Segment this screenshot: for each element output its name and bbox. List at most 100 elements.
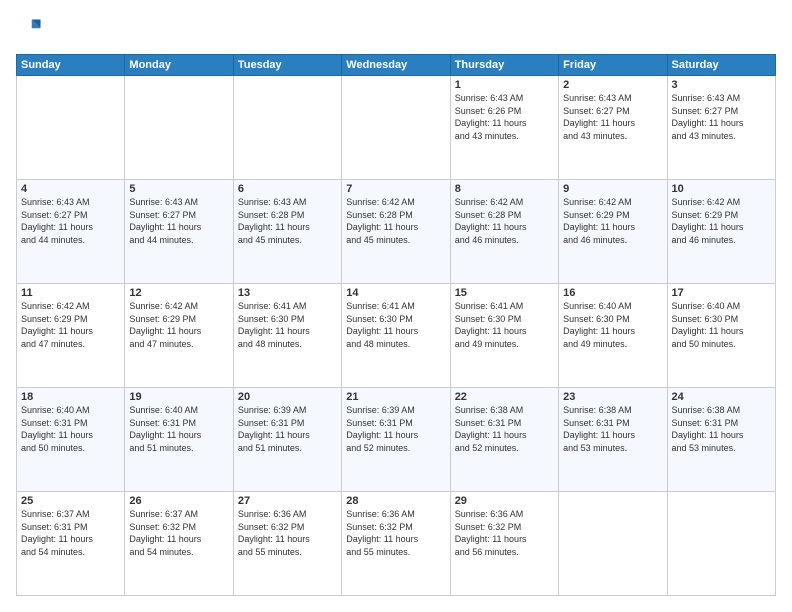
header <box>16 16 776 44</box>
day-info: Sunrise: 6:41 AM Sunset: 6:30 PM Dayligh… <box>238 300 337 350</box>
calendar-header-row: SundayMondayTuesdayWednesdayThursdayFrid… <box>17 55 776 76</box>
calendar-cell: 27Sunrise: 6:36 AM Sunset: 6:32 PM Dayli… <box>233 492 341 596</box>
calendar-cell: 20Sunrise: 6:39 AM Sunset: 6:31 PM Dayli… <box>233 388 341 492</box>
calendar-cell: 6Sunrise: 6:43 AM Sunset: 6:28 PM Daylig… <box>233 180 341 284</box>
day-number: 18 <box>21 391 120 403</box>
calendar-cell: 26Sunrise: 6:37 AM Sunset: 6:32 PM Dayli… <box>125 492 233 596</box>
calendar-cell: 22Sunrise: 6:38 AM Sunset: 6:31 PM Dayli… <box>450 388 558 492</box>
calendar-cell: 10Sunrise: 6:42 AM Sunset: 6:29 PM Dayli… <box>667 180 775 284</box>
page: SundayMondayTuesdayWednesdayThursdayFrid… <box>0 0 792 612</box>
day-info: Sunrise: 6:36 AM Sunset: 6:32 PM Dayligh… <box>455 508 554 558</box>
calendar-cell: 5Sunrise: 6:43 AM Sunset: 6:27 PM Daylig… <box>125 180 233 284</box>
calendar-table: SundayMondayTuesdayWednesdayThursdayFrid… <box>16 54 776 596</box>
day-info: Sunrise: 6:43 AM Sunset: 6:28 PM Dayligh… <box>238 196 337 246</box>
day-number: 20 <box>238 391 337 403</box>
calendar-header-sunday: Sunday <box>17 55 125 76</box>
calendar-cell <box>559 492 667 596</box>
day-number: 17 <box>672 287 771 299</box>
day-number: 6 <box>238 183 337 195</box>
day-info: Sunrise: 6:36 AM Sunset: 6:32 PM Dayligh… <box>238 508 337 558</box>
day-number: 24 <box>672 391 771 403</box>
calendar-week-row: 18Sunrise: 6:40 AM Sunset: 6:31 PM Dayli… <box>17 388 776 492</box>
day-number: 3 <box>672 79 771 91</box>
day-info: Sunrise: 6:40 AM Sunset: 6:31 PM Dayligh… <box>129 404 228 454</box>
day-number: 11 <box>21 287 120 299</box>
day-info: Sunrise: 6:38 AM Sunset: 6:31 PM Dayligh… <box>455 404 554 454</box>
calendar-header-friday: Friday <box>559 55 667 76</box>
calendar-cell <box>17 76 125 180</box>
calendar-cell: 16Sunrise: 6:40 AM Sunset: 6:30 PM Dayli… <box>559 284 667 388</box>
day-info: Sunrise: 6:41 AM Sunset: 6:30 PM Dayligh… <box>455 300 554 350</box>
calendar-cell: 1Sunrise: 6:43 AM Sunset: 6:26 PM Daylig… <box>450 76 558 180</box>
day-info: Sunrise: 6:37 AM Sunset: 6:31 PM Dayligh… <box>21 508 120 558</box>
calendar-cell: 4Sunrise: 6:43 AM Sunset: 6:27 PM Daylig… <box>17 180 125 284</box>
day-number: 8 <box>455 183 554 195</box>
day-number: 9 <box>563 183 662 195</box>
day-number: 21 <box>346 391 445 403</box>
day-info: Sunrise: 6:39 AM Sunset: 6:31 PM Dayligh… <box>346 404 445 454</box>
day-number: 4 <box>21 183 120 195</box>
calendar-cell: 12Sunrise: 6:42 AM Sunset: 6:29 PM Dayli… <box>125 284 233 388</box>
calendar-header-tuesday: Tuesday <box>233 55 341 76</box>
logo <box>16 16 48 44</box>
calendar-cell: 21Sunrise: 6:39 AM Sunset: 6:31 PM Dayli… <box>342 388 450 492</box>
day-info: Sunrise: 6:43 AM Sunset: 6:27 PM Dayligh… <box>563 92 662 142</box>
calendar-cell: 15Sunrise: 6:41 AM Sunset: 6:30 PM Dayli… <box>450 284 558 388</box>
day-info: Sunrise: 6:36 AM Sunset: 6:32 PM Dayligh… <box>346 508 445 558</box>
day-info: Sunrise: 6:42 AM Sunset: 6:29 PM Dayligh… <box>21 300 120 350</box>
day-number: 10 <box>672 183 771 195</box>
calendar-cell: 18Sunrise: 6:40 AM Sunset: 6:31 PM Dayli… <box>17 388 125 492</box>
calendar-cell: 2Sunrise: 6:43 AM Sunset: 6:27 PM Daylig… <box>559 76 667 180</box>
calendar-week-row: 25Sunrise: 6:37 AM Sunset: 6:31 PM Dayli… <box>17 492 776 596</box>
calendar-cell: 14Sunrise: 6:41 AM Sunset: 6:30 PM Dayli… <box>342 284 450 388</box>
day-number: 12 <box>129 287 228 299</box>
day-info: Sunrise: 6:43 AM Sunset: 6:26 PM Dayligh… <box>455 92 554 142</box>
calendar-cell: 19Sunrise: 6:40 AM Sunset: 6:31 PM Dayli… <box>125 388 233 492</box>
day-number: 23 <box>563 391 662 403</box>
day-number: 28 <box>346 495 445 507</box>
calendar-header-monday: Monday <box>125 55 233 76</box>
day-number: 2 <box>563 79 662 91</box>
calendar-cell: 17Sunrise: 6:40 AM Sunset: 6:30 PM Dayli… <box>667 284 775 388</box>
calendar-week-row: 4Sunrise: 6:43 AM Sunset: 6:27 PM Daylig… <box>17 180 776 284</box>
logo-icon <box>16 16 44 44</box>
calendar-cell: 29Sunrise: 6:36 AM Sunset: 6:32 PM Dayli… <box>450 492 558 596</box>
day-info: Sunrise: 6:38 AM Sunset: 6:31 PM Dayligh… <box>563 404 662 454</box>
day-info: Sunrise: 6:40 AM Sunset: 6:31 PM Dayligh… <box>21 404 120 454</box>
day-number: 5 <box>129 183 228 195</box>
day-info: Sunrise: 6:40 AM Sunset: 6:30 PM Dayligh… <box>563 300 662 350</box>
day-info: Sunrise: 6:38 AM Sunset: 6:31 PM Dayligh… <box>672 404 771 454</box>
day-info: Sunrise: 6:43 AM Sunset: 6:27 PM Dayligh… <box>672 92 771 142</box>
day-info: Sunrise: 6:43 AM Sunset: 6:27 PM Dayligh… <box>129 196 228 246</box>
calendar-cell: 25Sunrise: 6:37 AM Sunset: 6:31 PM Dayli… <box>17 492 125 596</box>
day-number: 13 <box>238 287 337 299</box>
calendar-cell: 28Sunrise: 6:36 AM Sunset: 6:32 PM Dayli… <box>342 492 450 596</box>
day-number: 1 <box>455 79 554 91</box>
day-info: Sunrise: 6:42 AM Sunset: 6:29 PM Dayligh… <box>672 196 771 246</box>
calendar-cell <box>667 492 775 596</box>
calendar-cell: 23Sunrise: 6:38 AM Sunset: 6:31 PM Dayli… <box>559 388 667 492</box>
day-info: Sunrise: 6:42 AM Sunset: 6:29 PM Dayligh… <box>129 300 228 350</box>
calendar-cell: 7Sunrise: 6:42 AM Sunset: 6:28 PM Daylig… <box>342 180 450 284</box>
calendar-cell: 24Sunrise: 6:38 AM Sunset: 6:31 PM Dayli… <box>667 388 775 492</box>
day-number: 25 <box>21 495 120 507</box>
day-number: 14 <box>346 287 445 299</box>
day-info: Sunrise: 6:43 AM Sunset: 6:27 PM Dayligh… <box>21 196 120 246</box>
day-info: Sunrise: 6:40 AM Sunset: 6:30 PM Dayligh… <box>672 300 771 350</box>
day-info: Sunrise: 6:39 AM Sunset: 6:31 PM Dayligh… <box>238 404 337 454</box>
day-info: Sunrise: 6:42 AM Sunset: 6:28 PM Dayligh… <box>455 196 554 246</box>
calendar-cell: 13Sunrise: 6:41 AM Sunset: 6:30 PM Dayli… <box>233 284 341 388</box>
day-number: 15 <box>455 287 554 299</box>
calendar-cell: 11Sunrise: 6:42 AM Sunset: 6:29 PM Dayli… <box>17 284 125 388</box>
day-info: Sunrise: 6:42 AM Sunset: 6:29 PM Dayligh… <box>563 196 662 246</box>
day-info: Sunrise: 6:41 AM Sunset: 6:30 PM Dayligh… <box>346 300 445 350</box>
calendar-header-saturday: Saturday <box>667 55 775 76</box>
calendar-cell: 9Sunrise: 6:42 AM Sunset: 6:29 PM Daylig… <box>559 180 667 284</box>
day-number: 26 <box>129 495 228 507</box>
day-number: 7 <box>346 183 445 195</box>
calendar-week-row: 1Sunrise: 6:43 AM Sunset: 6:26 PM Daylig… <box>17 76 776 180</box>
calendar-header-thursday: Thursday <box>450 55 558 76</box>
calendar-cell <box>342 76 450 180</box>
calendar-cell <box>233 76 341 180</box>
day-number: 22 <box>455 391 554 403</box>
